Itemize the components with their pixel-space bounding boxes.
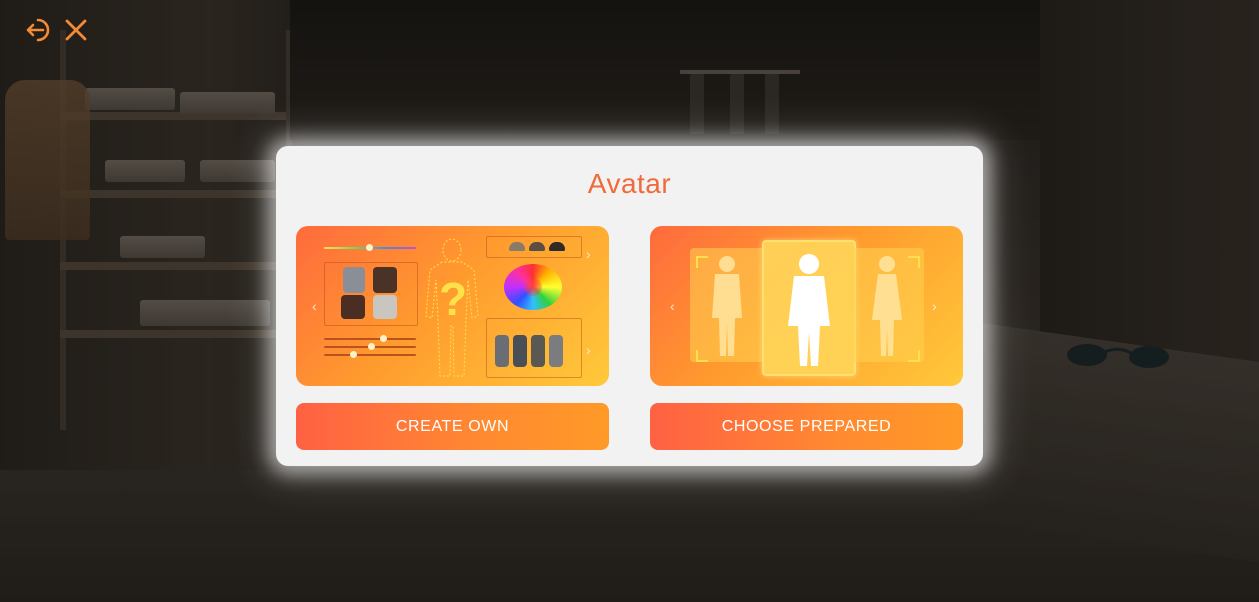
pants-item <box>495 335 509 367</box>
color-wheel <box>504 264 562 310</box>
hats-selector <box>486 236 582 258</box>
chevron-left-icon[interactable]: ‹ <box>670 298 675 314</box>
adjust-slider <box>324 338 416 340</box>
dialog-title: Avatar <box>587 168 672 199</box>
adjust-slider <box>324 354 416 356</box>
close-icon <box>65 19 87 41</box>
avatar-dialog: Avatar ‹ › › ? ‹ › CREATE OWN CHOOSE PRE… <box>276 146 983 466</box>
frame-corner <box>908 350 920 362</box>
hat-item <box>529 242 545 251</box>
choose-prepared-button[interactable]: CHOOSE PREPARED <box>650 403 963 450</box>
male-silhouette-icon <box>788 254 830 366</box>
close-button[interactable] <box>60 14 92 46</box>
chevron-left-icon[interactable]: ‹ <box>312 298 317 314</box>
exit-icon <box>26 18 50 42</box>
frame-corner <box>696 256 708 268</box>
choose-prepared-card[interactable]: ‹ › <box>650 226 963 386</box>
pants-item <box>531 335 545 367</box>
question-mark: ? <box>439 273 468 325</box>
tops-selector <box>324 262 418 326</box>
jacket-item <box>373 267 397 293</box>
exit-button[interactable] <box>24 14 56 46</box>
slider-knob <box>350 351 357 358</box>
slider-knob <box>380 335 387 342</box>
chevron-right-icon[interactable]: › <box>586 342 591 358</box>
hat-item <box>549 242 565 251</box>
shirt-item <box>343 267 365 293</box>
slider-knob <box>368 343 375 350</box>
window-controls <box>24 14 92 46</box>
create-own-button[interactable]: CREATE OWN <box>296 403 609 450</box>
hat-item <box>509 242 525 251</box>
slider-knob <box>366 244 373 251</box>
shirt-item <box>373 295 397 319</box>
avatar-option-selected[interactable] <box>762 240 856 376</box>
chevron-right-icon[interactable]: › <box>586 246 591 262</box>
chevron-right-icon[interactable]: › <box>932 298 937 314</box>
frame-corner <box>908 256 920 268</box>
pants-item <box>513 335 527 367</box>
pants-item <box>549 335 563 367</box>
frame-corner <box>696 350 708 362</box>
pants-selector <box>486 318 582 378</box>
jacket-item <box>341 295 365 319</box>
create-own-card[interactable]: ‹ › › ? <box>296 226 609 386</box>
